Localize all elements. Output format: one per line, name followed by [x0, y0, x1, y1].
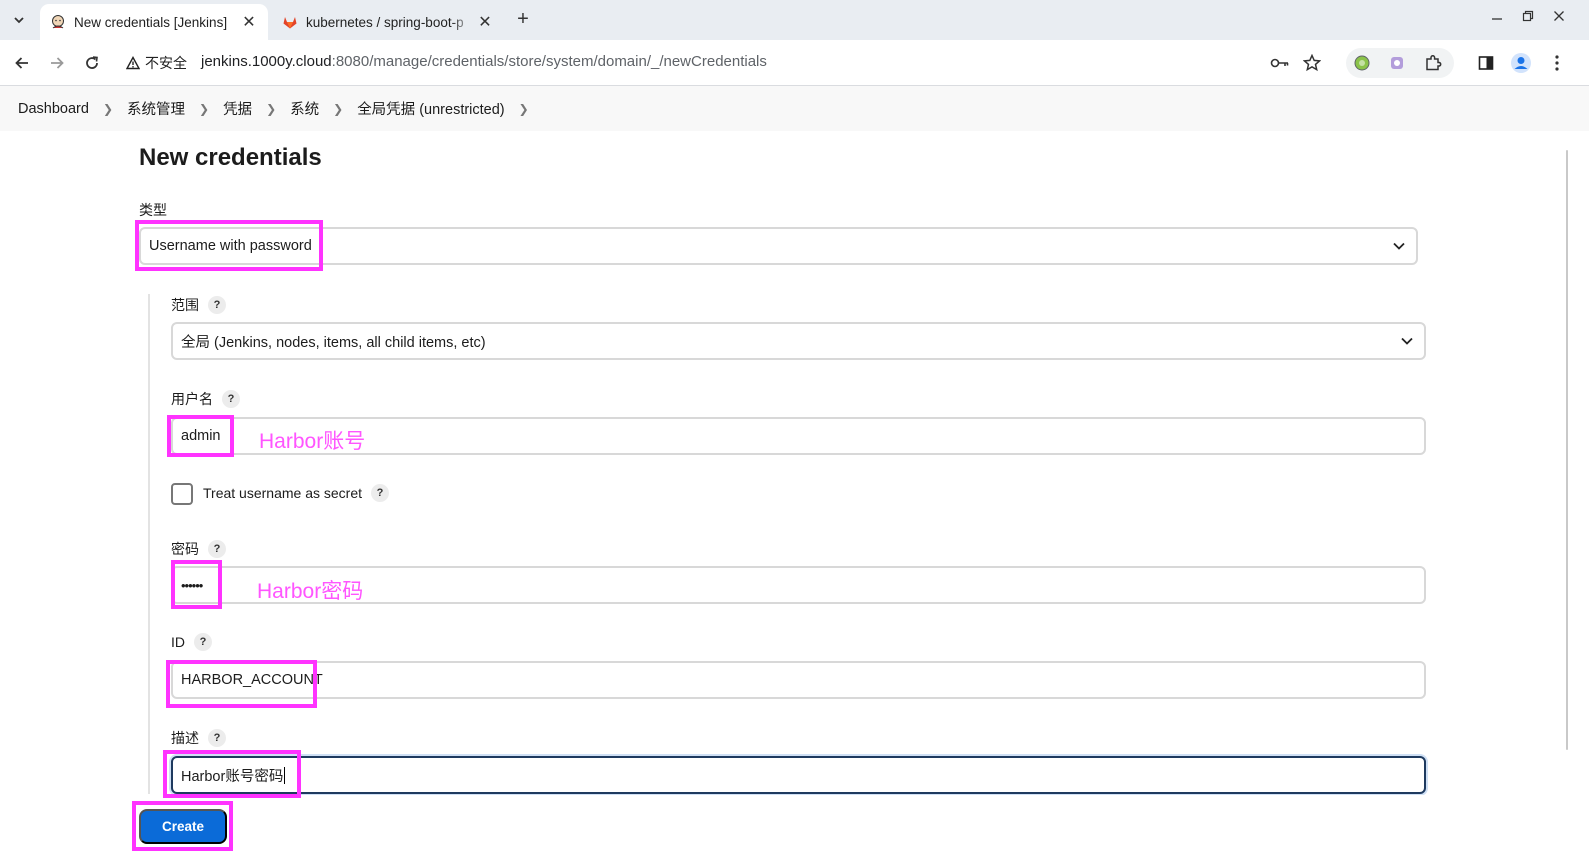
minimize-icon[interactable] — [1485, 10, 1509, 30]
help-icon[interactable]: ? — [222, 390, 240, 408]
description-label: 描述 ? — [171, 728, 226, 748]
username-label-text: 用户名 — [171, 391, 213, 407]
username-label: 用户名 ? — [171, 389, 240, 409]
id-label: ID ? — [171, 633, 212, 651]
breadcrumb-chevron-icon: ❯ — [266, 101, 277, 116]
kind-label: 类型 — [139, 200, 167, 220]
scope-select[interactable]: 全局 (Jenkins, nodes, items, all child ite… — [171, 322, 1426, 360]
close-tab-icon[interactable]: ✕ — [476, 12, 494, 32]
annotation-box-description — [163, 750, 301, 798]
crumb-manage[interactable]: 系统管理 — [127, 98, 185, 119]
crumb-global-domain[interactable]: 全局凭据 (unrestricted) — [357, 98, 504, 119]
treat-secret-label-text: Treat username as secret — [203, 485, 362, 501]
kind-label-text: 类型 — [139, 202, 167, 218]
password-label: 密码 ? — [171, 539, 226, 559]
help-icon[interactable]: ? — [208, 296, 226, 314]
breadcrumb-chevron-icon[interactable]: ❯ — [519, 102, 529, 116]
password-key-icon[interactable] — [1268, 51, 1292, 75]
gitlab-icon — [283, 17, 297, 29]
scope-label-text: 范围 — [171, 297, 199, 313]
annotation-username-note: Harbor账号 — [259, 430, 366, 453]
reload-icon[interactable] — [79, 50, 105, 76]
annotation-password-note: Harbor密码 — [257, 580, 364, 603]
help-icon[interactable]: ? — [208, 540, 226, 558]
breadcrumb: Dashboard ❯ 系统管理 ❯ 凭据 ❯ 系统 ❯ 全局凭据 (unres… — [0, 86, 1589, 131]
security-indicator[interactable]: 不安全 — [126, 53, 187, 73]
url-host: jenkins.1000y.cloud — [201, 53, 332, 70]
description-input[interactable]: Harbor账号密码 — [171, 756, 1426, 794]
kind-select[interactable]: Username with password — [139, 227, 1418, 265]
chevron-down-icon — [1401, 337, 1413, 345]
annotation-box-username — [167, 415, 234, 457]
annotation-box-kind — [135, 220, 323, 271]
main-content: New credentials 类型 Username with passwor… — [0, 131, 1568, 864]
form-footer — [0, 795, 1568, 864]
close-window-icon[interactable] — [1547, 10, 1571, 30]
page-title: New credentials — [139, 144, 322, 171]
scope-select-value: 全局 (Jenkins, nodes, items, all child ite… — [181, 334, 486, 351]
treat-secret-label: Treat username as secret ? — [203, 484, 389, 502]
extensions-puzzle-icon[interactable] — [1421, 51, 1445, 75]
extension-purple-icon[interactable] — [1385, 51, 1409, 75]
id-label-text: ID — [171, 634, 185, 650]
jenkins-icon — [52, 15, 64, 29]
nested-section-bar — [148, 294, 150, 794]
url-path: :8080/manage/credentials/store/system/do… — [331, 53, 767, 70]
bookmark-star-icon[interactable] — [1300, 51, 1324, 75]
close-tab-icon[interactable]: ✕ — [240, 12, 258, 32]
browser-tab-bar: New credentials [Jenkins] ✕ kubernetes /… — [0, 0, 1589, 40]
password-label-text: 密码 — [171, 541, 199, 557]
annotation-box-password — [171, 560, 222, 609]
help-icon[interactable]: ? — [194, 633, 212, 651]
help-icon[interactable]: ? — [208, 729, 226, 747]
breadcrumb-chevron-icon: ❯ — [199, 101, 210, 116]
restore-icon[interactable] — [1516, 10, 1540, 30]
back-arrow-icon[interactable] — [9, 50, 35, 76]
address-bar[interactable]: jenkins.1000y.cloud:8080/manage/credenti… — [201, 53, 767, 70]
tab-title: New credentials [Jenkins] — [74, 14, 228, 30]
description-label-text: 描述 — [171, 730, 199, 746]
warning-icon — [126, 56, 140, 70]
page-scrollbar[interactable] — [1568, 131, 1589, 864]
help-icon[interactable]: ? — [371, 484, 389, 502]
security-label: 不安全 — [145, 55, 187, 71]
crumb-system[interactable]: 系统 — [290, 98, 319, 119]
treat-username-secret-checkbox[interactable] — [171, 483, 193, 505]
crumb-credentials[interactable]: 凭据 — [223, 98, 252, 119]
extension-green-icon[interactable] — [1350, 51, 1374, 75]
browser-toolbar: 不安全 jenkins.1000y.cloud:8080/manage/cred… — [0, 40, 1589, 86]
id-input[interactable]: HARBOR_ACCOUNT — [171, 661, 1426, 699]
breadcrumb-chevron-icon: ❯ — [333, 101, 344, 116]
tab-title: kubernetes / spring-boot-p — [306, 14, 464, 30]
scope-label: 范围 ? — [171, 295, 226, 315]
forward-arrow-icon[interactable] — [44, 50, 70, 76]
chevron-down-icon — [1393, 242, 1405, 250]
scrollbar-thumb[interactable] — [1566, 150, 1568, 750]
profile-avatar-icon[interactable] — [1509, 51, 1533, 75]
browser-menu-icon[interactable] — [1545, 51, 1569, 75]
side-panel-icon[interactable] — [1474, 51, 1498, 75]
tab-kubernetes[interactable]: kubernetes / spring-boot-p ✕ — [272, 4, 504, 40]
annotation-box-id — [166, 660, 317, 708]
crumb-dashboard[interactable]: Dashboard — [18, 101, 89, 117]
breadcrumb-chevron-icon: ❯ — [102, 101, 113, 116]
tab-search-chevron-icon[interactable] — [6, 8, 32, 32]
annotation-box-create — [132, 801, 233, 851]
tab-new-credentials[interactable]: New credentials [Jenkins] ✕ — [40, 4, 268, 40]
new-tab-plus-icon[interactable]: + — [510, 8, 536, 32]
